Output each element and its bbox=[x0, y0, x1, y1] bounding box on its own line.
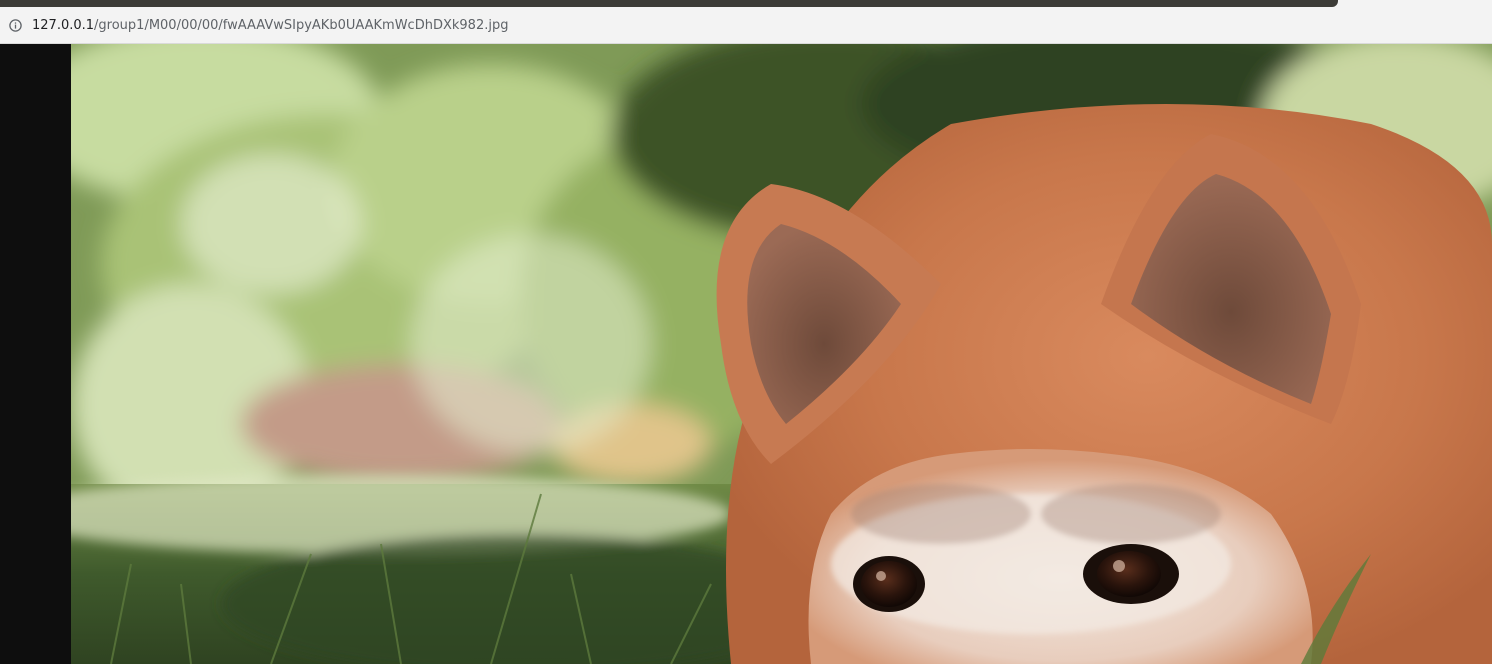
url-text[interactable]: 127.0.0.1/group1/M00/00/00/fwAAAVwSIpyAK… bbox=[32, 18, 508, 33]
address-bar[interactable]: 127.0.0.1/group1/M00/00/00/fwAAAVwSIpyAK… bbox=[0, 7, 1492, 44]
image-viewer bbox=[0, 44, 1492, 664]
url-path: /group1/M00/00/00/fwAAAVwSIpyAKb0UAAKmWc… bbox=[94, 17, 509, 33]
tab-strip bbox=[0, 0, 1338, 7]
info-circle-icon[interactable] bbox=[9, 18, 22, 32]
url-host: 127.0.0.1 bbox=[32, 17, 95, 33]
dog-photo[interactable] bbox=[71, 44, 1492, 664]
